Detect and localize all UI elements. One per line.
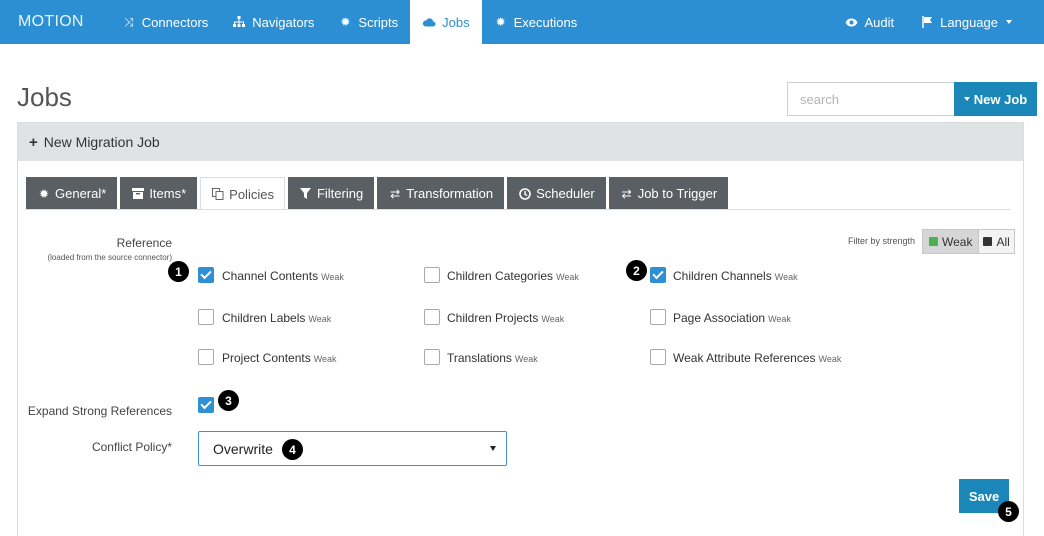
option-children-categories: Children Categories Weak: [447, 269, 579, 283]
cloud-icon: [422, 15, 436, 29]
gear-icon: ✹: [38, 186, 50, 201]
annotation-marker-5: 5: [998, 501, 1019, 522]
tab-policies[interactable]: Policies: [200, 177, 285, 210]
gear-icon: ✹: [340, 15, 351, 29]
annotation-marker-4: 4: [282, 439, 303, 460]
brand-logo[interactable]: MOTION: [0, 13, 110, 31]
page-title: Jobs: [17, 82, 72, 112]
top-navbar: MOTION ⤨ Connectors Navigators ✹ Scripts…: [0, 0, 1044, 44]
nav-language-dropdown[interactable]: Language: [908, 0, 1044, 44]
checkbox-children-projects[interactable]: [424, 309, 440, 325]
weak-swatch-icon: [929, 237, 938, 246]
tab-general[interactable]: ✹ General*: [26, 177, 118, 210]
search-input[interactable]: [787, 82, 954, 116]
gear-icon: ✹: [495, 15, 506, 29]
new-job-label: New Job: [973, 91, 1028, 107]
nav-connectors-label: Connectors: [141, 14, 209, 30]
tab-scheduler[interactable]: Scheduler: [507, 177, 606, 210]
nav-navigators-label: Navigators: [252, 14, 315, 30]
nav-navigators[interactable]: Navigators: [220, 0, 326, 44]
checkbox-weak-attribute-references[interactable]: [650, 349, 666, 365]
option-children-channels: Children Channels Weak: [673, 269, 798, 283]
panel-heading[interactable]: + New Migration Job: [18, 123, 1023, 161]
checkbox-children-categories[interactable]: [424, 267, 440, 283]
nav-audit[interactable]: Audit: [833, 0, 909, 44]
job-tabs: ✹ General* Items* Policies Filtering ⇄ T…: [26, 177, 731, 210]
panel-heading-label: New Migration Job: [43, 134, 160, 150]
checkbox-channel-contents[interactable]: [198, 267, 214, 283]
caret-down-icon: [963, 97, 970, 101]
nav-executions[interactable]: ✹ Executions: [482, 0, 590, 44]
conflict-policy-select[interactable]: Overwrite: [198, 431, 507, 466]
nav-audit-label: Audit: [864, 14, 895, 30]
clock-icon: [518, 187, 532, 201]
flag-icon: [920, 15, 934, 29]
filter-icon: [299, 187, 313, 201]
tab-filtering[interactable]: Filtering: [287, 177, 375, 210]
filter-by-strength-toggle: Weak All: [922, 229, 1015, 254]
new-job-button[interactable]: New Job: [954, 82, 1037, 116]
exchange-icon: ⇄: [390, 186, 401, 201]
filter-weak-button[interactable]: Weak: [923, 230, 980, 253]
exchange-icon: ⇄: [621, 186, 632, 201]
tab-items[interactable]: Items*: [120, 177, 198, 210]
tab-filtering-label: Filtering: [316, 186, 364, 201]
filter-weak-label: Weak: [942, 234, 973, 249]
option-weak-attribute-references: Weak Attribute References Weak: [673, 351, 842, 365]
filter-all-button[interactable]: All: [979, 230, 1014, 253]
plus-icon: +: [29, 133, 38, 151]
archive-icon: [131, 187, 145, 201]
all-swatch-icon: [983, 237, 993, 246]
nav-jobs[interactable]: Jobs: [410, 0, 482, 44]
nav-jobs-label: Jobs: [442, 14, 470, 30]
filter-by-strength-label: Filter by strength: [848, 236, 916, 246]
sitemap-icon: [232, 15, 246, 29]
shuffle-icon: ⤨: [123, 14, 134, 29]
nav-scripts[interactable]: ✹ Scripts: [326, 0, 410, 44]
checkbox-children-channels[interactable]: [650, 267, 666, 283]
conflict-policy-value: Overwrite: [213, 440, 273, 457]
option-translations: Translations Weak: [447, 351, 538, 365]
option-page-association: Page Association Weak: [673, 311, 791, 325]
nav-language-label: Language: [940, 14, 998, 30]
checkbox-children-labels[interactable]: [198, 309, 214, 325]
option-project-contents: Project Contents Weak: [222, 351, 337, 365]
tab-scheduler-label: Scheduler: [536, 186, 595, 201]
annotation-marker-1: 1: [168, 261, 189, 282]
nav-connectors[interactable]: ⤨ Connectors: [110, 0, 220, 44]
tab-transformation[interactable]: ⇄ Transformation: [377, 177, 505, 210]
nav-scripts-label: Scripts: [358, 14, 399, 30]
option-children-labels: Children Labels Weak: [222, 311, 332, 325]
annotation-marker-3: 3: [218, 390, 239, 411]
reference-sublabel: (loaded from the source connector): [47, 253, 172, 262]
filter-all-label: All: [996, 234, 1010, 249]
tab-policies-label: Policies: [229, 186, 274, 202]
tab-items-label: Items*: [149, 186, 187, 201]
caret-down-icon: [490, 446, 496, 451]
eye-icon: [845, 15, 859, 29]
checkbox-translations[interactable]: [424, 349, 440, 365]
caret-down-icon: [1006, 20, 1012, 24]
tab-job-to-trigger[interactable]: ⇄ Job to Trigger: [608, 177, 729, 210]
tab-general-label: General*: [55, 186, 107, 201]
checkbox-page-association[interactable]: [650, 309, 666, 325]
checkbox-expand-strong-references[interactable]: [198, 397, 214, 413]
nav-right-group: Audit Language: [833, 0, 1044, 44]
copy-icon: [211, 187, 225, 201]
option-children-projects: Children Projects Weak: [447, 311, 565, 325]
tabs-divider: [26, 209, 1010, 210]
expand-strong-references-label: Expand Strong References: [27, 404, 172, 418]
annotation-marker-2: 2: [626, 260, 647, 281]
tab-job-to-trigger-label: Job to Trigger: [637, 186, 718, 201]
checkbox-project-contents[interactable]: [198, 349, 214, 365]
conflict-policy-label: Conflict Policy*: [91, 440, 172, 454]
option-channel-contents: Channel Contents Weak: [222, 269, 344, 283]
reference-label: Reference: [116, 236, 172, 250]
nav-executions-label: Executions: [513, 14, 578, 30]
tab-transformation-label: Transformation: [406, 186, 494, 201]
